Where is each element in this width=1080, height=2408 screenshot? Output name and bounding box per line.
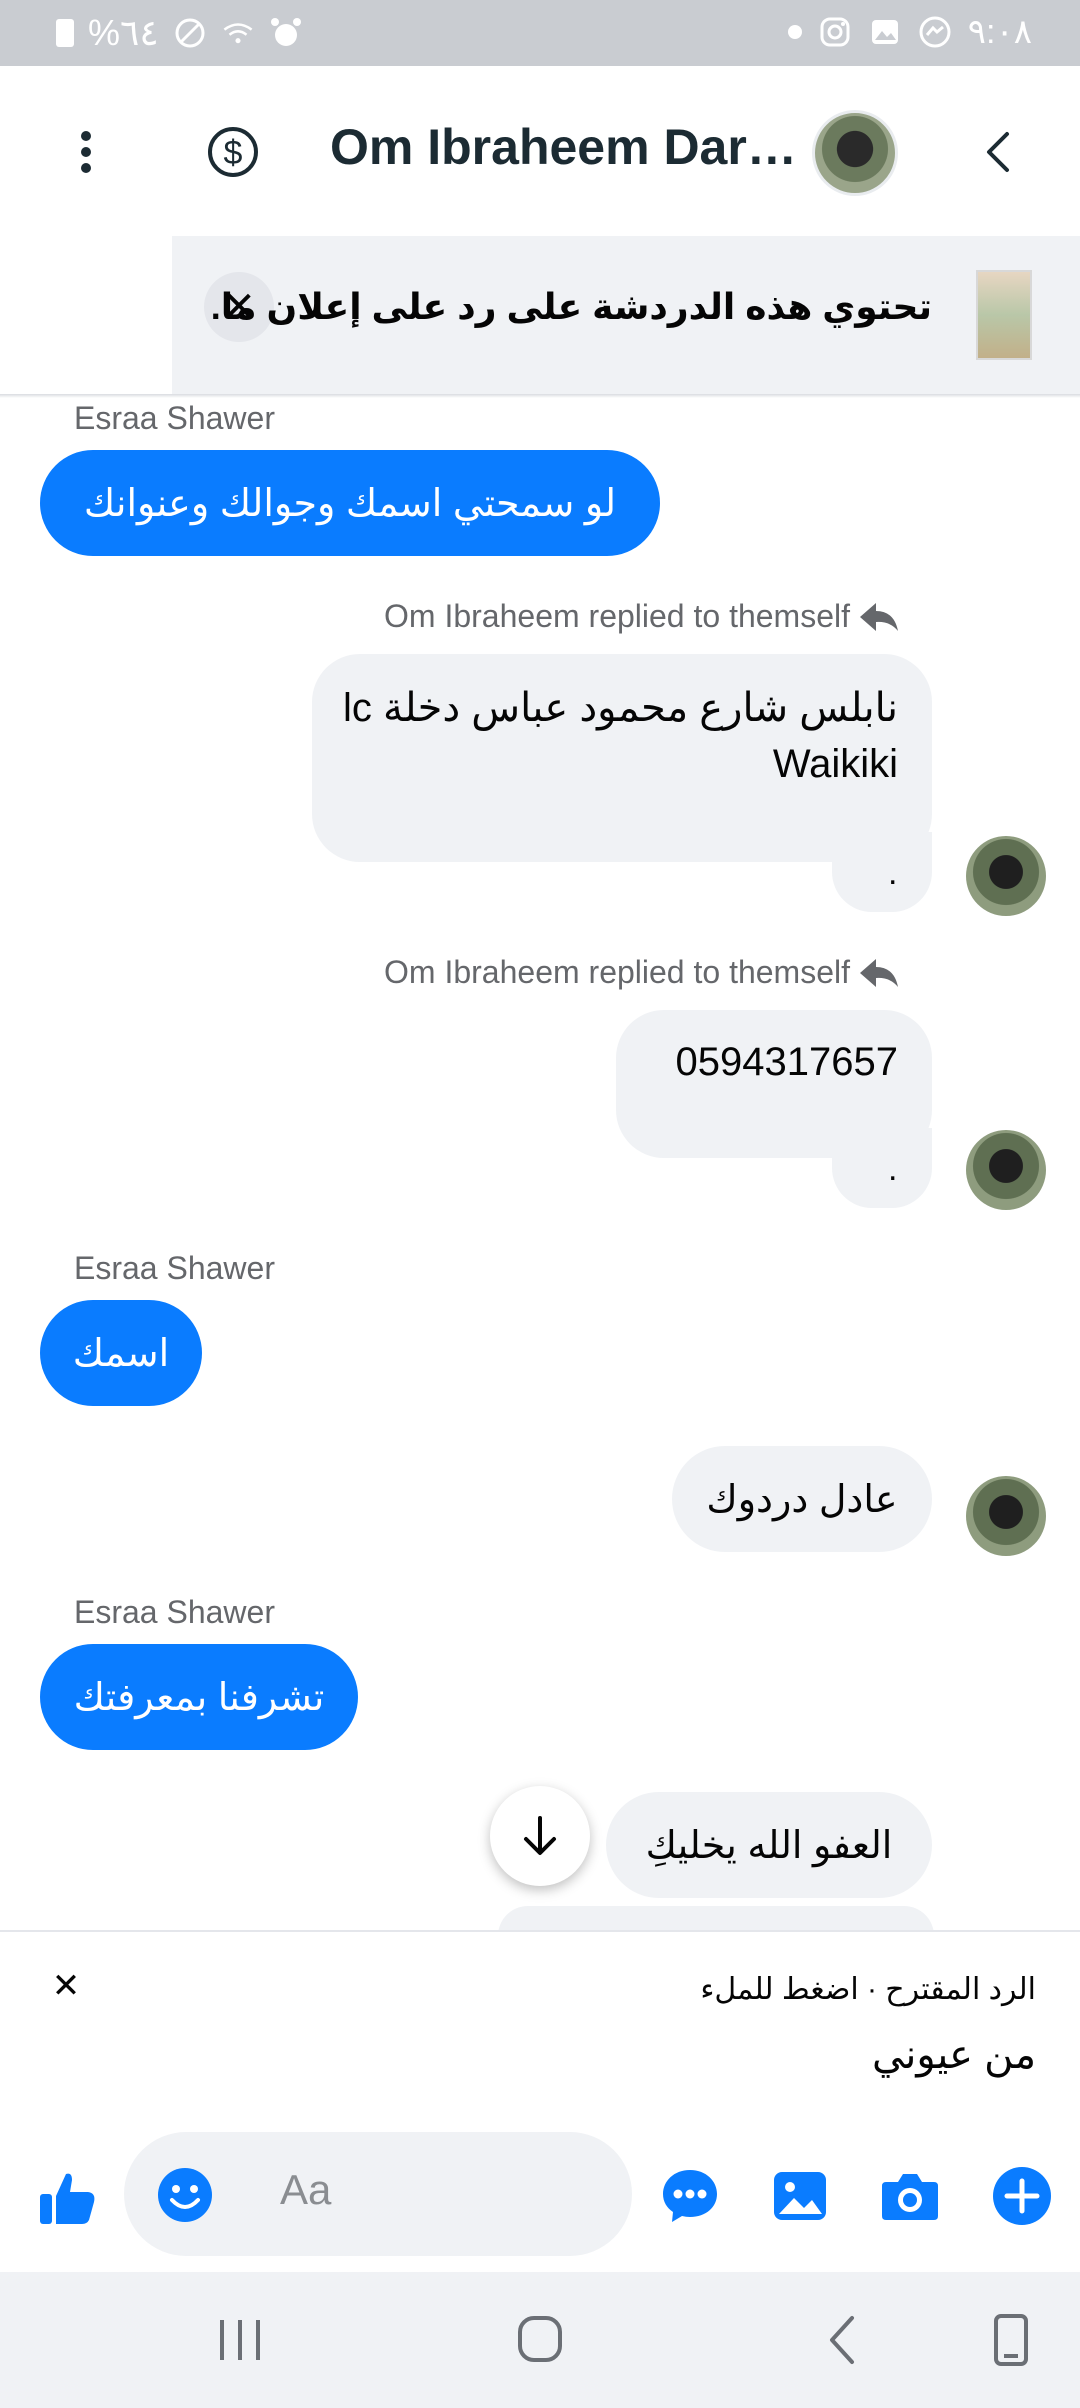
system-nav-bar	[0, 2272, 1080, 2408]
svg-text:$: $	[224, 134, 243, 172]
gallery-icon[interactable]	[768, 2164, 832, 2228]
reply-label-text: Om Ibraheem replied to themself	[384, 954, 850, 990]
sender-name: Esraa Shawer	[74, 1250, 275, 1286]
close-icon[interactable]: ✕	[50, 1967, 82, 2005]
notification-dot-icon	[787, 25, 802, 39]
message-outgoing[interactable]: عادل دردوك	[672, 1446, 932, 1552]
sender-name: Esraa Shawer	[74, 400, 275, 436]
dollar-icon[interactable]: $	[205, 124, 261, 180]
banner-text: تحتوي هذه الدردشة على رد على إعلان ما.	[210, 286, 932, 327]
reply-label-text: Om Ibraheem replied to themself	[384, 598, 850, 634]
suggested-reply-hint: الرد المقترح · اضغط للملء	[700, 1973, 1036, 2006]
status-left: %٦٤	[56, 12, 303, 54]
screen: { "status_bar": { "battery": "%٦٤", "tim…	[0, 0, 1080, 2408]
reply-label: Om Ibraheem replied to themself	[384, 954, 900, 991]
ad-thumbnail[interactable]	[976, 270, 1032, 360]
message-incoming[interactable]: تشرفنا بمعرفتك	[40, 1644, 358, 1750]
chat-header: $ Om Ibraheem Dar…	[0, 66, 1080, 236]
camera-icon[interactable]	[878, 2164, 942, 2228]
emoji-icon[interactable]	[154, 2164, 216, 2226]
avatar[interactable]	[812, 110, 898, 196]
alarm-icon	[269, 16, 303, 50]
reply-arrow-icon	[860, 602, 898, 631]
avatar[interactable]	[966, 1130, 1046, 1210]
message-composer: Aa	[0, 2130, 1080, 2270]
home-icon[interactable]	[510, 2312, 570, 2368]
message-incoming[interactable]: اسمك	[40, 1300, 202, 1406]
page-title[interactable]: Om Ibraheem Dar…	[330, 118, 800, 176]
message-outgoing[interactable]: العفو الله يخليكِ	[606, 1792, 932, 1898]
scroll-to-bottom-button[interactable]	[490, 1786, 590, 1886]
reply-label: Om Ibraheem replied to themself	[384, 598, 900, 635]
message-tail: .	[832, 832, 932, 912]
avatar[interactable]	[966, 1476, 1046, 1556]
status-right: ٩:٠٨	[787, 12, 1032, 52]
suggested-reply-panel[interactable]: ✕ الرد المقترح · اضغط للملء من عيوني	[0, 1930, 1080, 2130]
suggested-reply-text[interactable]: من عيوني	[872, 2032, 1036, 2078]
like-icon[interactable]	[36, 2166, 100, 2230]
recent-apps-icon[interactable]	[210, 2312, 270, 2368]
chat-bubble-icon[interactable]	[658, 2164, 722, 2228]
message-outgoing[interactable]: نابلس شارع محمود عباس دخلة lc Waikiki	[312, 654, 932, 862]
add-icon[interactable]	[990, 2164, 1054, 2228]
instagram-icon	[818, 15, 852, 49]
status-bar: %٦٤ ٩:٠٨	[0, 0, 1080, 66]
ad-reply-banner: ✕ تحتوي هذه الدردشة على رد على إعلان ما.	[172, 236, 1080, 394]
input-placeholder: Aa	[280, 2166, 332, 2213]
battery-icon	[56, 19, 74, 47]
back-icon[interactable]	[814, 2312, 874, 2368]
wifi-icon	[221, 16, 255, 50]
dnd-icon	[173, 16, 207, 50]
message-tail: .	[832, 1128, 932, 1208]
rotate-screen-icon[interactable]	[982, 2312, 1042, 2368]
message-input[interactable]: Aa	[124, 2132, 632, 2256]
gallery-notif-icon	[868, 15, 902, 49]
arrow-down-icon	[524, 1816, 556, 1855]
clock: ٩:٠٨	[967, 13, 1032, 51]
message-incoming[interactable]: لو سمحتي اسمك وجوالك وعنوانك	[40, 450, 660, 556]
divider	[0, 394, 1080, 398]
avatar[interactable]	[966, 836, 1046, 916]
sender-name: Esraa Shawer	[74, 1594, 275, 1630]
battery-text: %٦٤	[88, 12, 159, 53]
reply-arrow-icon	[860, 958, 898, 987]
messenger-notif-icon	[918, 15, 952, 49]
more-vertical-icon[interactable]	[62, 124, 110, 180]
message-text: 0594317657	[675, 1040, 898, 1084]
back-chevron-icon[interactable]	[975, 128, 1023, 176]
message-text: نابلس شارع محمود عباس دخلة lc Waikiki	[342, 686, 898, 786]
